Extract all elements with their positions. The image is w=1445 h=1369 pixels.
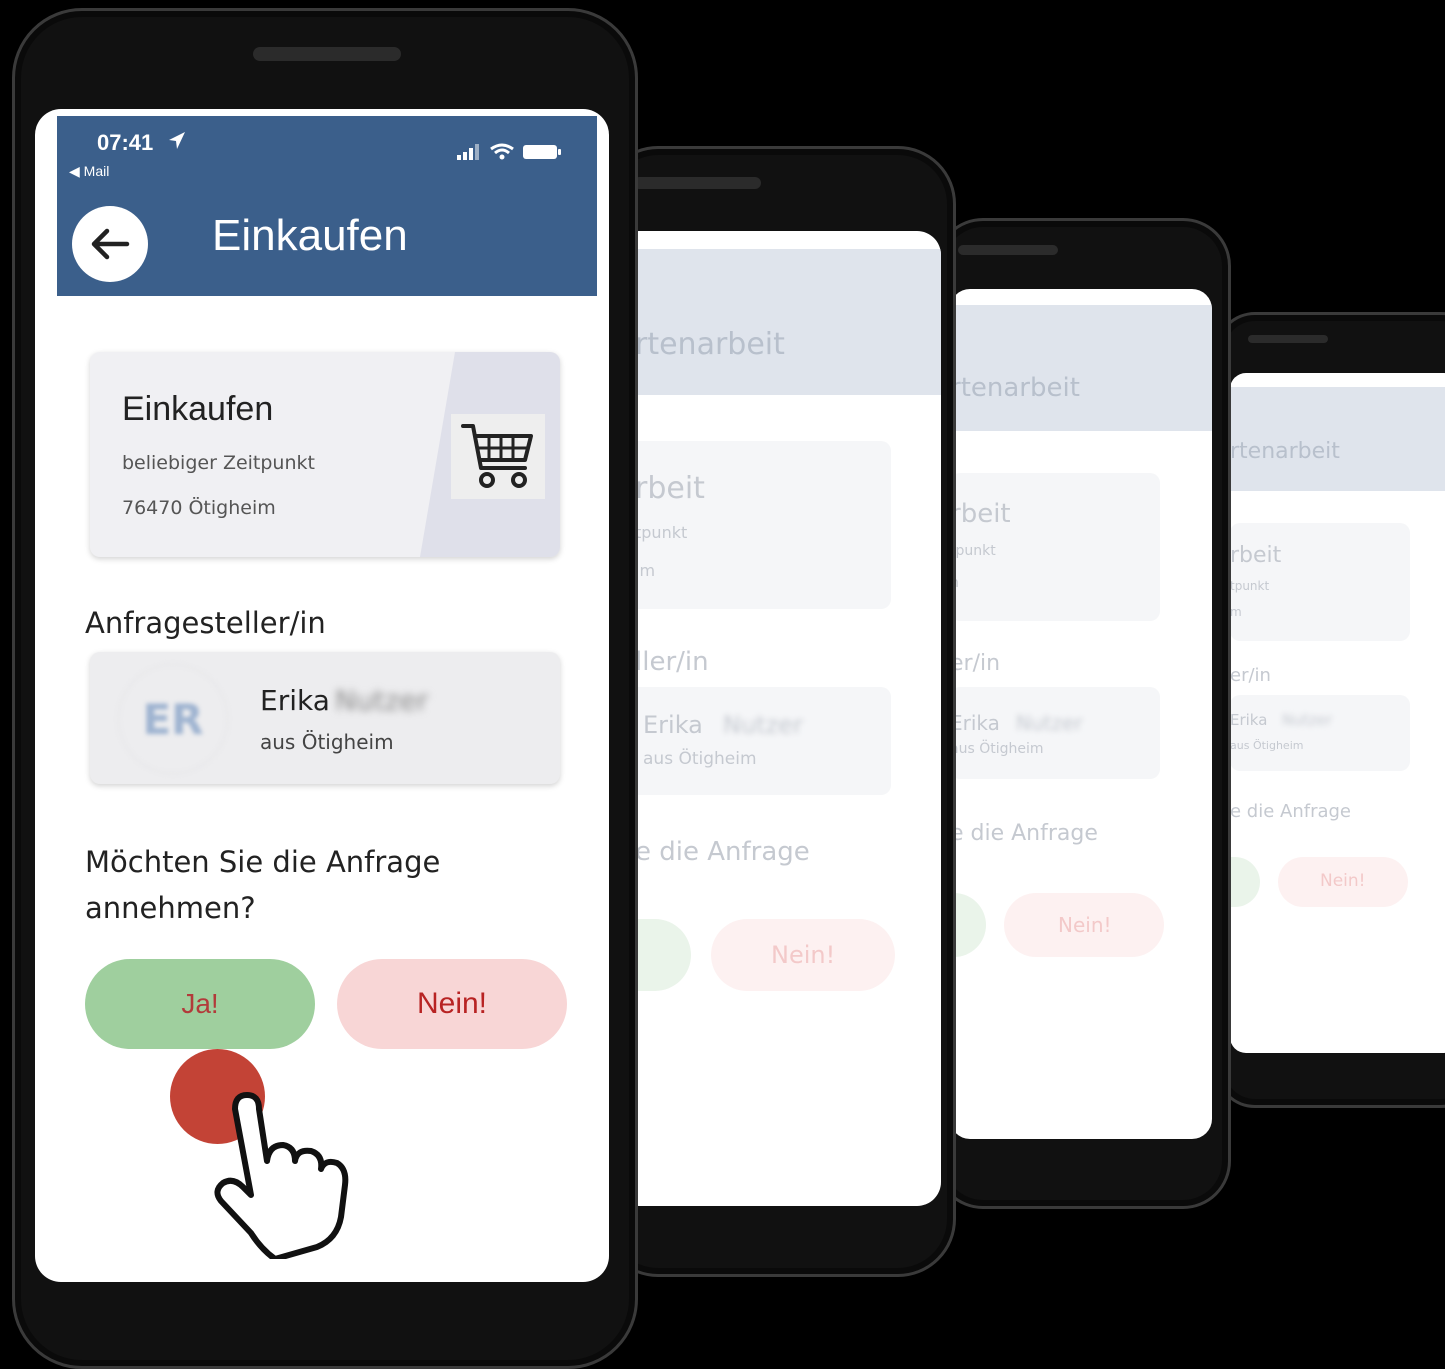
ghost-section-label: ller/in xyxy=(635,647,709,677)
pointing-hand-icon xyxy=(213,1089,363,1263)
ghost-no-label: Nein! xyxy=(1320,871,1366,891)
ghost-user-town: aus Ötigheim xyxy=(950,741,1044,757)
ghost-card-line1: tpunkt xyxy=(950,543,996,559)
ghost-screen-3: rtenarbeit rbeit tpunkt m er/in Erika Nu… xyxy=(1230,373,1445,1053)
ghost-task-card: rbeit tpunkt n xyxy=(950,473,1160,621)
arrow-left-icon xyxy=(91,228,130,260)
ghost-card-line2: m xyxy=(1230,605,1242,619)
ghost-card-title: rbeit xyxy=(635,471,705,506)
ghost-header: rtenarbeit xyxy=(615,249,941,395)
ghost-user-last: Nutzer xyxy=(723,711,803,739)
requester-last-name: Nutzer xyxy=(335,684,429,717)
ghost-question: e die Anfrage xyxy=(950,821,1098,846)
status-time: 07:41 xyxy=(97,130,154,155)
speaker-grille xyxy=(1248,335,1328,343)
ghost-user-first: Erika xyxy=(643,711,703,739)
ghost-screen-1: rtenarbeit rbeit tpunkt im ller/in Erika… xyxy=(615,231,941,1206)
ghost-card-line1: tpunkt xyxy=(635,523,688,542)
ghost-no-button: Nein! xyxy=(1004,893,1164,957)
ghost-user-card: Erika Nutzer aus Ötigheim xyxy=(1230,695,1410,771)
speaker-grille xyxy=(633,177,761,189)
signal-icon xyxy=(457,144,479,160)
avatar: ER xyxy=(118,664,228,774)
ghost-header: rtenarbeit xyxy=(1230,387,1445,491)
requester-section-label: Anfragesteller/in xyxy=(85,606,326,640)
ghost-no-label: Nein! xyxy=(771,941,836,969)
main-phone: 07:41 ◀ Mail Einkaufen Einkaufen beliebi… xyxy=(12,8,638,1369)
ghost-card-line2: im xyxy=(635,561,656,580)
ghost-header-title: rtenarbeit xyxy=(1230,439,1340,464)
ghost-card-line1: tpunkt xyxy=(1230,579,1270,593)
ghost-phone-2: rtenarbeit rbeit tpunkt n er/in Erika Nu… xyxy=(935,218,1231,1209)
ghost-phone-1: rtenarbeit rbeit tpunkt im ller/in Erika… xyxy=(600,146,956,1277)
ghost-yes-button xyxy=(1230,857,1260,907)
ghost-user-card: Erika Nutzer aus Ötigheim xyxy=(950,687,1160,779)
yes-button[interactable]: Ja! xyxy=(85,959,315,1049)
ghost-user-last: Nutzer xyxy=(1016,711,1083,735)
ghost-header-title: rtenarbeit xyxy=(950,373,1080,403)
requester-town: aus Ötigheim xyxy=(260,730,394,754)
task-location: 76470 Ötigheim xyxy=(122,497,276,519)
ghost-section-label: er/in xyxy=(950,651,1001,676)
status-icons xyxy=(457,142,567,166)
ghost-question: e die Anfrage xyxy=(1230,801,1352,822)
requester-card[interactable]: ER Erika Nutzer aus Ötigheim xyxy=(90,652,560,784)
ghost-question: e die Anfrage xyxy=(635,837,810,867)
no-button[interactable]: Nein! xyxy=(337,959,567,1049)
ghost-header-title: rtenarbeit xyxy=(635,327,785,362)
ghost-card-title: rbeit xyxy=(1230,543,1282,568)
ghost-screen-2: rtenarbeit rbeit tpunkt n er/in Erika Nu… xyxy=(950,289,1212,1139)
ghost-section-label: er/in xyxy=(1230,665,1271,686)
back-button[interactable] xyxy=(72,206,148,282)
ghost-user-first: Erika xyxy=(950,711,1000,735)
accept-question: Möchten Sie die Anfrage annehmen? xyxy=(85,845,441,925)
ghost-no-button: Nein! xyxy=(711,919,895,991)
speaker-grille xyxy=(958,245,1058,255)
back-to-mail-link[interactable]: ◀ Mail xyxy=(69,163,109,180)
task-time: beliebiger Zeitpunkt xyxy=(122,452,315,474)
ghost-card-title: rbeit xyxy=(950,499,1011,529)
main-screen: 07:41 ◀ Mail Einkaufen Einkaufen beliebi… xyxy=(35,109,609,1282)
ghost-task-card: rbeit tpunkt im xyxy=(615,441,891,609)
requester-first-name: Erika xyxy=(260,684,330,717)
app-header: 07:41 ◀ Mail Einkaufen xyxy=(57,116,597,296)
location-arrow-icon xyxy=(167,130,187,156)
battery-icon xyxy=(523,145,561,159)
ghost-no-button: Nein! xyxy=(1278,857,1408,907)
task-name: Einkaufen xyxy=(122,390,274,428)
ghost-user-last: Nutzer xyxy=(1282,711,1332,729)
wifi-icon xyxy=(490,143,514,160)
ghost-no-label: Nein! xyxy=(1058,913,1112,937)
ghost-user-town: aus Ötigheim xyxy=(643,749,757,769)
ghost-user-town: aus Ötigheim xyxy=(1230,739,1304,752)
ghost-phone-3: rtenarbeit rbeit tpunkt m er/in Erika Nu… xyxy=(1215,312,1445,1108)
ghost-task-card: rbeit tpunkt m xyxy=(1230,523,1410,641)
task-card[interactable]: Einkaufen beliebiger Zeitpunkt 76470 Öti… xyxy=(90,352,560,557)
page-title: Einkaufen xyxy=(212,211,408,260)
shopping-cart-icon xyxy=(451,414,545,499)
speaker-grille xyxy=(253,47,401,61)
ghost-user-first: Erika xyxy=(1230,711,1268,729)
ghost-user-card: Erika Nutzer aus Ötigheim xyxy=(615,687,891,795)
ghost-header: rtenarbeit xyxy=(950,305,1212,431)
